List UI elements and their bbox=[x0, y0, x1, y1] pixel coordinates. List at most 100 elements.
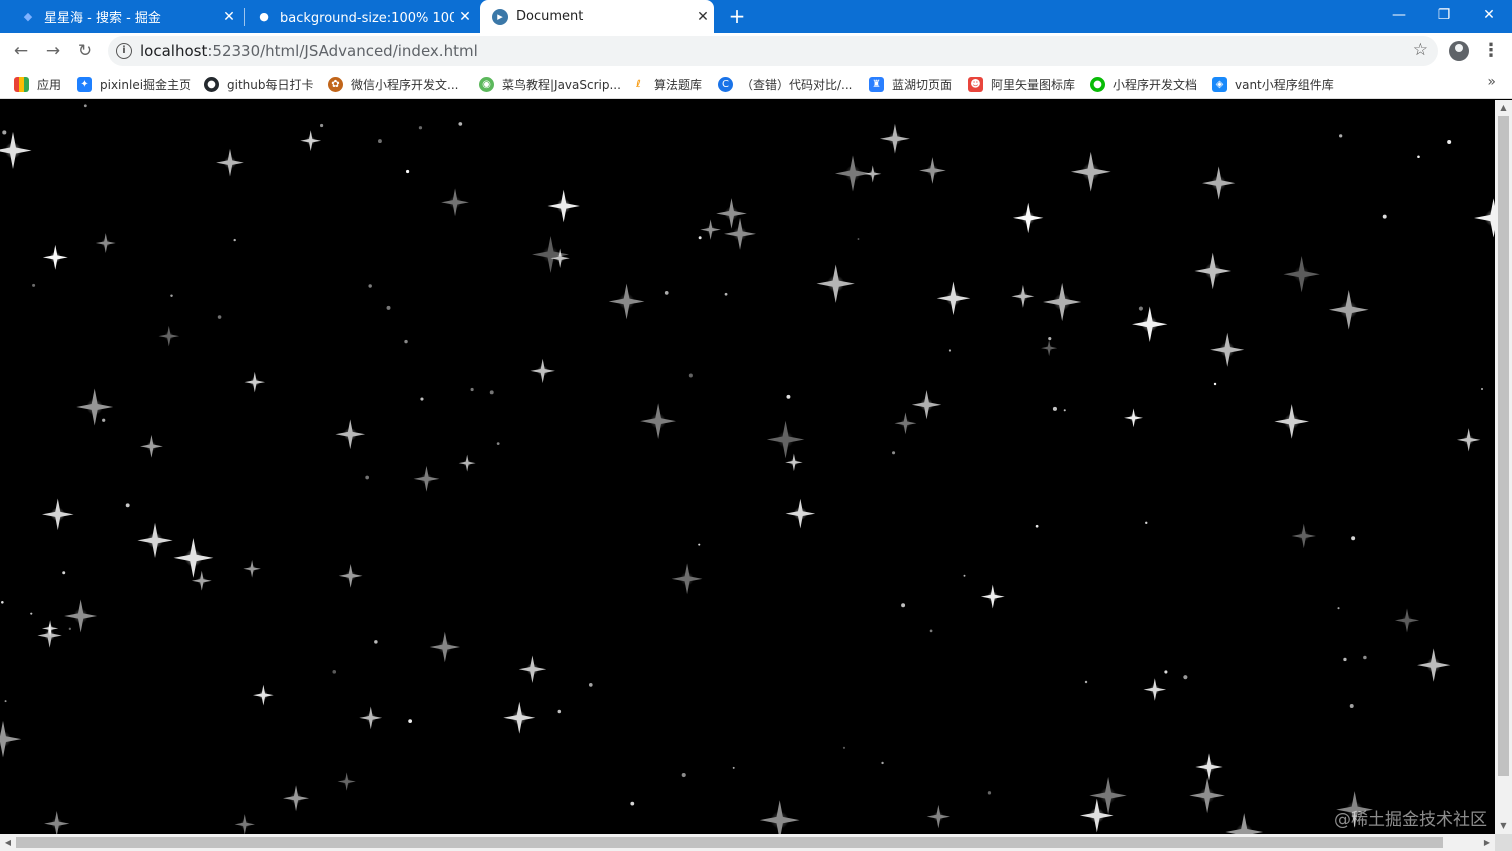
tab-document-active[interactable]: ▸ Document ✕ bbox=[480, 0, 714, 33]
star bbox=[1210, 332, 1245, 367]
star bbox=[140, 434, 163, 458]
star bbox=[413, 465, 440, 492]
miniprogram-icon: ● bbox=[1090, 76, 1105, 92]
star bbox=[338, 563, 363, 588]
new-tab-button[interactable]: + bbox=[726, 4, 748, 28]
star bbox=[1052, 406, 1057, 411]
star bbox=[1124, 408, 1143, 428]
bookmark-juejin[interactable]: ✦ pixinlei掘金主页 bbox=[77, 74, 191, 94]
star bbox=[681, 773, 686, 778]
star bbox=[420, 397, 424, 401]
minimize-button[interactable]: — bbox=[1376, 0, 1422, 30]
horizontal-scrollbar[interactable]: ◀ ▶ bbox=[0, 834, 1495, 851]
star bbox=[980, 584, 1005, 609]
vertical-scrollbar[interactable]: ▲ ▼ bbox=[1495, 100, 1512, 834]
vertical-scroll-thumb[interactable] bbox=[1498, 116, 1509, 776]
back-button[interactable]: ← bbox=[9, 39, 33, 63]
juejin-icon: ✦ bbox=[77, 76, 92, 92]
star bbox=[41, 498, 74, 531]
close-tab-icon[interactable]: ✕ bbox=[692, 9, 714, 25]
tab-background-size[interactable]: ● background-size:100% 100% 和 ✕ bbox=[256, 0, 476, 33]
profile-avatar-icon[interactable] bbox=[1449, 41, 1469, 61]
address-bar[interactable]: i localhost:52330/html/JSAdvanced/index.… bbox=[108, 36, 1438, 66]
star bbox=[919, 157, 946, 184]
tab-title: Document bbox=[516, 9, 584, 24]
restore-button[interactable]: ❐ bbox=[1421, 0, 1467, 30]
forward-button[interactable]: → bbox=[41, 39, 65, 63]
iconfont-icon: ☻ bbox=[968, 76, 983, 92]
scrollbar-corner bbox=[1495, 834, 1512, 851]
bookmark-label: 应用 bbox=[37, 77, 62, 92]
star bbox=[217, 315, 222, 319]
star bbox=[880, 123, 910, 154]
bookmark-lanhu[interactable]: ♜ 蓝湖切页面 bbox=[869, 74, 952, 94]
bookmark-label: （查错）代码对比/... bbox=[741, 77, 853, 92]
bookmark-diff[interactable]: C （查错）代码对比/... bbox=[718, 74, 853, 94]
apps-grid-icon bbox=[14, 76, 29, 92]
star bbox=[386, 305, 391, 310]
tab-juejin-search[interactable]: ◆ 星星海 - 搜索 - 掘金 ✕ bbox=[20, 0, 240, 33]
star bbox=[1417, 648, 1451, 682]
diff-icon: C bbox=[718, 76, 733, 92]
tab-title: 星星海 - 搜索 - 掘金 bbox=[44, 11, 161, 26]
star bbox=[458, 122, 463, 126]
url-text[interactable]: localhost:52330/html/JSAdvanced/index.ht… bbox=[140, 42, 478, 60]
bookmark-label: 算法题库 bbox=[654, 77, 703, 92]
star bbox=[337, 772, 356, 791]
star bbox=[608, 283, 645, 320]
star bbox=[429, 631, 461, 663]
star bbox=[359, 706, 383, 730]
url-host: localhost bbox=[140, 42, 208, 60]
tab-strip: ◆ 星星海 - 搜索 - 掘金 ✕ ● background-size:100%… bbox=[0, 0, 1512, 33]
star bbox=[901, 603, 906, 608]
bookmark-label: 菜鸟教程|JavaScrip... bbox=[502, 77, 621, 92]
star bbox=[365, 475, 370, 480]
bookmark-star-icon[interactable]: ☆ bbox=[1413, 40, 1428, 60]
scroll-right-arrow-icon[interactable]: ▶ bbox=[1479, 834, 1495, 851]
star bbox=[1274, 404, 1310, 439]
bookmark-wechat-dev[interactable]: ✿ 微信小程序开发文... bbox=[328, 74, 458, 94]
star bbox=[716, 198, 747, 229]
scroll-up-arrow-icon[interactable]: ▲ bbox=[1495, 100, 1512, 116]
star bbox=[170, 294, 173, 297]
star bbox=[1189, 777, 1225, 814]
star bbox=[378, 139, 382, 144]
star bbox=[1349, 704, 1354, 708]
star bbox=[671, 563, 703, 595]
star bbox=[4, 700, 7, 703]
scroll-down-arrow-icon[interactable]: ▼ bbox=[1495, 818, 1512, 834]
lanhu-icon: ♜ bbox=[869, 76, 884, 92]
chrome-menu-button[interactable]: ⋮ bbox=[1482, 39, 1500, 63]
bookmark-leetcode[interactable]: ℓ 算法题库 bbox=[631, 74, 702, 94]
bookmark-runoob[interactable]: ◉ 菜鸟教程|JavaScrip... bbox=[479, 74, 621, 94]
star bbox=[234, 814, 255, 834]
bookmark-github[interactable]: ● github每日打卡 bbox=[204, 74, 314, 94]
star bbox=[1011, 284, 1035, 308]
star bbox=[335, 419, 366, 450]
close-tab-icon[interactable]: ✕ bbox=[218, 9, 240, 25]
star bbox=[547, 189, 580, 223]
bookmark-miniprogram[interactable]: ● 小程序开发文档 bbox=[1090, 74, 1197, 94]
star bbox=[233, 238, 236, 242]
star bbox=[42, 244, 68, 270]
star bbox=[532, 236, 569, 273]
star bbox=[688, 373, 693, 378]
star bbox=[732, 766, 735, 769]
bookmarks-overflow-button[interactable]: » bbox=[1487, 74, 1496, 90]
bookmark-vant[interactable]: ◈ vant小程序组件库 bbox=[1212, 74, 1334, 94]
reload-button[interactable]: ↻ bbox=[73, 39, 97, 63]
bookmark-apps[interactable]: 应用 bbox=[14, 74, 61, 94]
bookmark-label: 小程序开发文档 bbox=[1113, 77, 1198, 92]
page-viewport: @稀土掘金技术社区 bbox=[0, 100, 1495, 834]
bookmark-iconfont[interactable]: ☻ 阿里矢量图标库 bbox=[968, 74, 1075, 94]
horizontal-scroll-thumb[interactable] bbox=[16, 837, 1443, 848]
close-window-button[interactable]: ✕ bbox=[1466, 0, 1512, 30]
close-tab-icon[interactable]: ✕ bbox=[454, 9, 476, 25]
site-info-icon[interactable]: i bbox=[116, 43, 132, 59]
star bbox=[320, 123, 324, 128]
star bbox=[244, 371, 266, 393]
star bbox=[158, 325, 180, 347]
star bbox=[785, 453, 803, 472]
star bbox=[30, 612, 33, 615]
scroll-left-arrow-icon[interactable]: ◀ bbox=[0, 834, 16, 851]
